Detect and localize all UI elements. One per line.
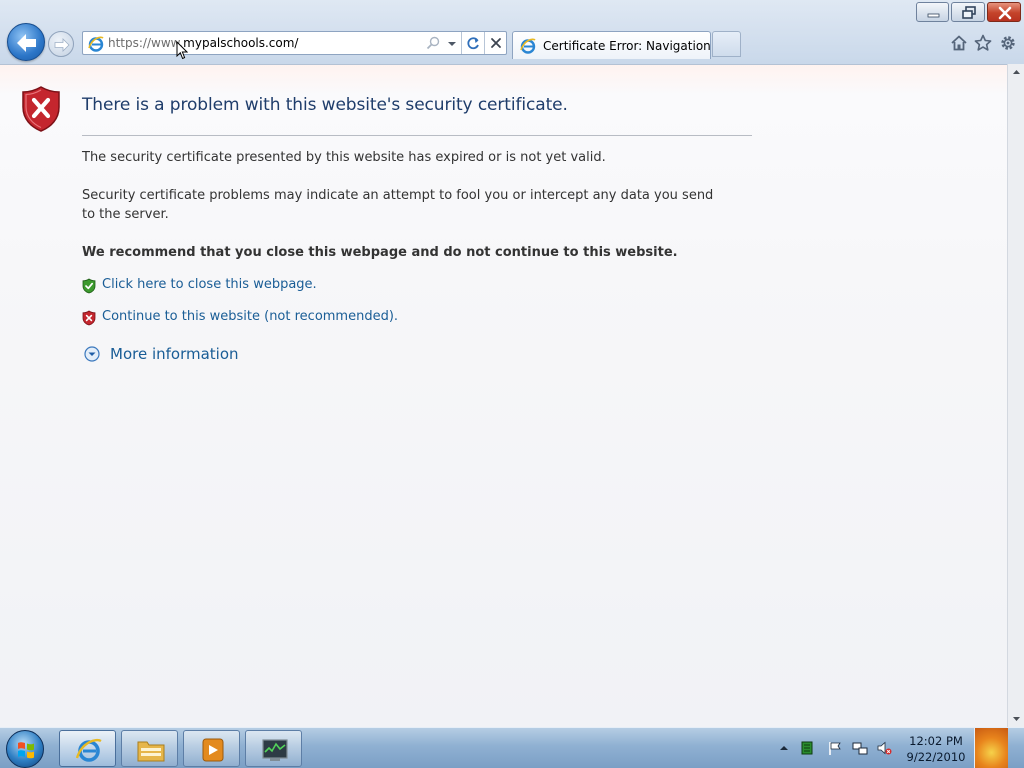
continue-to-website-label[interactable]: Continue to this website (not recommende…	[102, 309, 398, 324]
green-app-tray-icon[interactable]	[799, 740, 815, 756]
close-window-button[interactable]	[987, 2, 1021, 22]
certificate-expired-text: The security certificate presented by th…	[82, 150, 606, 165]
divider	[82, 135, 752, 136]
vertical-scrollbar[interactable]	[1007, 64, 1024, 727]
back-arrow-icon	[17, 34, 36, 52]
address-bar[interactable]: https://www.mypalschools.com/	[82, 31, 507, 55]
url-host: mypalschools.com/	[183, 36, 299, 50]
close-icon	[998, 6, 1012, 20]
url-prefix: https://www.	[108, 36, 184, 50]
taskbar: 12:02 PM 9/22/2010	[0, 727, 1024, 768]
clock-time: 12:02 PM	[909, 734, 963, 748]
tools-gear-icon[interactable]	[998, 33, 1018, 53]
media-player-icon	[202, 738, 224, 762]
scroll-up-icon[interactable]	[1008, 64, 1024, 81]
favorites-star-icon[interactable]	[973, 33, 993, 53]
green-shield-check-icon	[82, 278, 96, 294]
show-hidden-icons-arrow-icon[interactable]	[776, 740, 792, 756]
back-button[interactable]	[7, 23, 45, 61]
folder-icon	[137, 741, 165, 762]
taskbar-media-player[interactable]	[183, 730, 240, 767]
clock-date: 9/22/2010	[906, 750, 966, 764]
taskbar-internet-explorer[interactable]	[59, 730, 116, 767]
volume-muted-icon[interactable]	[876, 740, 892, 756]
tab-label: Certificate Error: Navigation ...	[543, 39, 727, 53]
more-information-label: More information	[110, 345, 239, 363]
taskbar-task-manager[interactable]	[245, 730, 302, 767]
red-shield-x-icon	[82, 310, 96, 326]
security-warning-text: Security certificate problems may indica…	[82, 188, 714, 222]
ie-tab-icon	[520, 38, 536, 54]
stop-icon[interactable]	[485, 32, 507, 54]
ie-page-icon	[88, 36, 104, 52]
restore-button[interactable]	[951, 2, 985, 22]
expand-chevron-icon	[84, 346, 100, 362]
address-url[interactable]: https://www.mypalschools.com/	[108, 36, 298, 50]
network-icon[interactable]	[852, 740, 868, 756]
show-desktop-button[interactable]	[974, 728, 1008, 768]
tab-certificate-error[interactable]: Certificate Error: Navigation ...	[512, 31, 726, 59]
page-title: There is a problem with this website's s…	[82, 95, 568, 115]
browser-chrome: https://www.mypalschools.com/ Certificat…	[0, 0, 1024, 64]
task-manager-icon	[262, 739, 288, 761]
recommendation-text: We recommend that you close this webpage…	[82, 245, 678, 260]
error-shield-icon	[22, 86, 60, 132]
start-button[interactable]	[6, 730, 44, 768]
forward-button[interactable]	[48, 31, 74, 57]
taskbar-windows-explorer[interactable]	[121, 730, 178, 767]
mouse-cursor-icon	[176, 41, 188, 60]
new-tab-button[interactable]	[712, 31, 741, 57]
internet-explorer-icon	[75, 738, 102, 762]
restore-icon	[962, 6, 976, 19]
close-webpage-label[interactable]: Click here to close this webpage.	[102, 277, 317, 292]
action-center-flag-icon[interactable]	[827, 740, 843, 756]
windows-logo-icon	[18, 742, 34, 759]
page-content: There is a problem with this website's s…	[0, 64, 1007, 727]
home-icon[interactable]	[949, 33, 969, 53]
system-clock[interactable]: 12:02 PM 9/22/2010	[902, 733, 970, 765]
forward-arrow-icon	[54, 38, 70, 52]
dropdown-arrow-icon[interactable]	[446, 38, 458, 50]
more-information-toggle[interactable]: More information	[84, 345, 244, 365]
continue-to-website-link[interactable]: Continue to this website (not recommende…	[82, 309, 398, 327]
refresh-icon[interactable]	[462, 32, 484, 54]
minimize-button[interactable]	[916, 2, 949, 22]
close-webpage-link[interactable]: Click here to close this webpage.	[82, 277, 322, 295]
search-icon[interactable]	[425, 35, 441, 51]
minimize-icon	[927, 13, 940, 18]
scroll-down-icon[interactable]	[1008, 710, 1024, 727]
